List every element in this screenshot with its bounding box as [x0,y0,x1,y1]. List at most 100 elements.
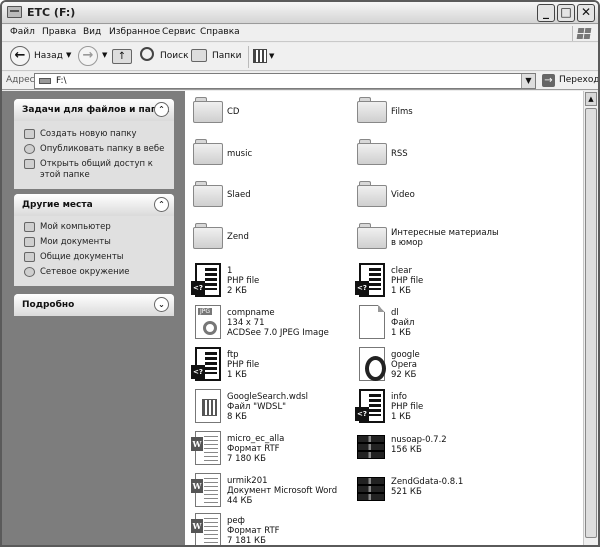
folder-item[interactable]: Slaed [189,179,379,219]
file-item[interactable]: <? ftp PHP file 1 КБ [189,347,379,387]
item-size: 521 КБ [391,487,422,497]
item-name: micro_ec_alla [227,434,285,444]
item-size: ACDSee 7.0 JPEG Image [227,328,329,338]
scroll-up-icon[interactable]: ▲ [585,92,597,106]
network-icon [24,267,35,277]
minimize-button[interactable]: _ [537,4,555,22]
details-header[interactable]: Подробно ⌄ [14,294,174,316]
other-places-header[interactable]: Другие места ⌃ [14,194,174,216]
folder-item[interactable]: Zend [189,221,379,261]
file-item[interactable]: W реф Формат RTF 7 181 КБ [189,513,379,545]
address-dropdown-icon[interactable]: ▼ [521,74,535,88]
folder-item[interactable]: Video [353,179,543,219]
file-item[interactable]: W urmik201 Документ Microsoft Word 44 КБ [189,473,379,513]
item-name: dl [391,308,399,318]
file-item[interactable]: ZendGdata-0.8.1 521 КБ [353,473,543,513]
file-item[interactable]: <? 1 PHP file 2 КБ [189,263,379,303]
maximize-button[interactable]: □ [557,4,575,22]
file-tasks-header[interactable]: Задачи для файлов и папок ⌃ [14,99,174,121]
other-places-title: Другие места [22,200,93,210]
item-type: PHP file [391,276,424,286]
file-list: CD Films music RSS Slaed Video Zend Инте… [185,91,583,545]
item-name: Slaed [227,190,251,200]
item-name: реф [227,516,245,526]
back-button[interactable]: ← Назад ▼ [10,46,76,68]
file-item[interactable]: compname 134 x 71 ACDSee 7.0 JPEG Image [189,305,379,345]
close-button[interactable]: ✕ [577,4,595,22]
back-dropdown-icon[interactable]: ▼ [66,51,71,59]
folder-item[interactable]: Интересные материалы в юмор [353,221,543,261]
collapse-icon[interactable]: ⌃ [154,102,169,117]
item-type: Формат RTF [227,444,280,454]
file-item[interactable]: dl Файл 1 КБ [353,305,543,345]
folders-button[interactable]: Папки [191,46,241,68]
file-tasks-panel: Задачи для файлов и папок ⌃ Создать нову… [14,99,174,189]
menu-favorites[interactable]: Избранное [109,27,160,37]
menu-help[interactable]: Справка [200,27,240,37]
address-value: F:\ [56,76,67,86]
computer-icon [24,222,35,232]
details-panel: Подробно ⌄ [14,294,174,316]
file-item[interactable]: <? clear PHP file 1 КБ [353,263,543,303]
folder-item[interactable]: music [189,137,379,177]
views-dropdown-icon: ▼ [269,52,275,60]
folder-icon [357,181,387,207]
go-arrow-icon: → [542,74,555,87]
file-item[interactable]: <? info PHP file 1 КБ [353,389,543,429]
file-tasks-body: Создать новую папку Опубликовать папку в… [14,121,174,189]
item-name: 1 [227,266,233,276]
forward-arrow-icon: → [78,46,98,66]
drive-icon [7,6,22,18]
item-name: Video [391,190,415,200]
task-label: Создать новую папку [40,129,137,139]
item-size: 156 КБ [391,445,422,455]
folder-icon [193,181,223,207]
views-button[interactable]: ▼ [248,46,276,68]
forward-button[interactable]: → ▼ [78,46,114,68]
scroll-thumb[interactable] [585,108,597,538]
menu-file[interactable]: Файл [10,27,35,37]
item-name: GoogleSearch.wdsl [227,392,309,402]
item-name: ftp [227,350,239,360]
documents-icon [24,237,35,247]
collapse-icon[interactable]: ⌃ [154,197,169,212]
word-document-icon: W [191,431,221,467]
item-size: 7 180 КБ [227,454,266,464]
folder-icon [357,97,387,123]
item-name: ZendGdata-0.8.1 [391,477,464,487]
vertical-scrollbar[interactable]: ▲ [583,91,598,545]
file-item[interactable]: google Opera 92 КБ [353,347,543,387]
share-icon [24,159,35,169]
file-item[interactable]: nusoap-0.7.2 156 КБ [353,431,543,471]
item-name: Интересные материалы в юмор [391,228,499,248]
item-type: PHP file [227,360,260,370]
item-type: PHP file [227,276,260,286]
up-folder-button[interactable]: ↑ [112,46,134,68]
item-type: Opera [391,360,418,370]
views-icon [253,49,267,63]
menu-view[interactable]: Вид [83,27,101,37]
php-file-icon: <? [355,389,385,425]
forward-dropdown-icon[interactable]: ▼ [102,51,107,59]
archive-icon [357,477,385,503]
toolbar: ← Назад ▼ → ▼ ↑ Поиск Папки ▼ [2,43,598,71]
title-bar[interactable]: ETC (F:) _ □ ✕ [2,2,598,24]
folder-item[interactable]: Films [353,95,543,135]
address-input[interactable]: F:\ ▼ [34,73,536,89]
folder-item[interactable]: CD [189,95,379,135]
menu-tools[interactable]: Сервис [162,27,196,37]
item-name: RSS [391,149,408,159]
task-pane: Задачи для файлов и папок ⌃ Создать нову… [2,91,185,545]
expand-icon[interactable]: ⌄ [154,297,169,312]
file-item[interactable]: GoogleSearch.wdsl Файл "WDSL" 8 КБ [189,389,379,429]
menu-edit[interactable]: Правка [42,27,76,37]
generic-file-icon [355,305,385,341]
address-bar: Адрес: F:\ ▼ → Переход [2,72,598,90]
php-file-icon: <? [191,347,221,383]
search-button[interactable]: Поиск [140,46,189,68]
folder-item[interactable]: RSS [353,137,543,177]
place-label: Общие документы [40,252,124,262]
item-size: 44 КБ [227,496,253,506]
up-folder-icon: ↑ [112,49,132,64]
file-item[interactable]: W micro_ec_alla Формат RTF 7 180 КБ [189,431,379,471]
